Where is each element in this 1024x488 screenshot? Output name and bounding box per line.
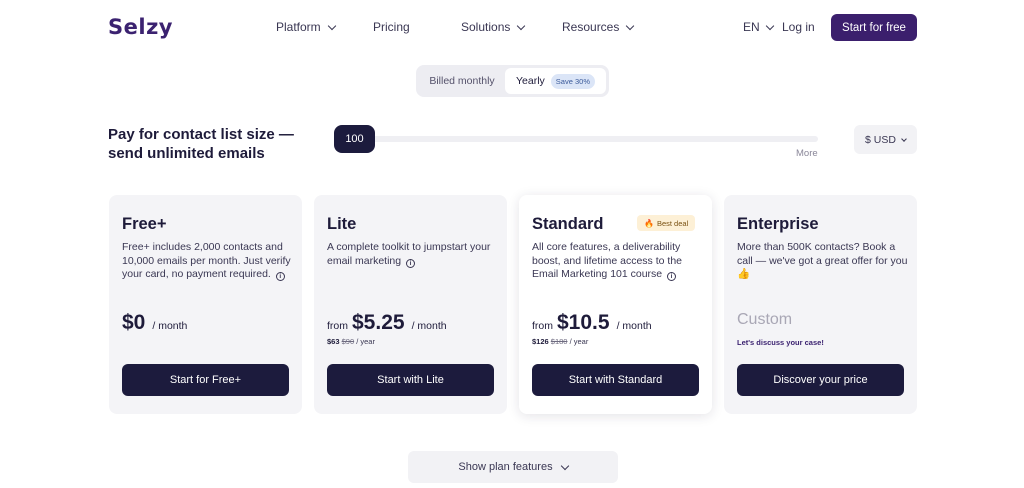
show-plan-features-button[interactable]: Show plan features <box>408 451 618 483</box>
nav-resources-label: Resources <box>562 20 620 34</box>
plan-card-free: Free+ Free+ includes 2,000 contacts and … <box>109 195 302 414</box>
thumbs-up-icon: 👍 <box>737 268 751 280</box>
currency-label: $ USD <box>865 133 896 146</box>
info-icon[interactable]: i <box>406 258 416 268</box>
discuss-case-text: Let's discuss your case! <box>737 338 824 347</box>
chevron-down-icon <box>626 21 635 30</box>
contacts-heading-line1: Pay for contact list size — <box>108 126 294 143</box>
info-icon[interactable]: i <box>667 272 677 281</box>
start-free-plus-button[interactable]: Start for Free+ <box>122 364 289 396</box>
plan-description-text: Free+ includes 2,000 contacts and 10,000… <box>122 241 291 280</box>
chevron-down-icon <box>901 135 907 142</box>
plan-name: Free+ <box>122 215 167 233</box>
plan-description: A complete toolkit to jumpstart your ema… <box>327 241 499 268</box>
plan-price: from $10.5 / month <box>532 311 652 335</box>
nav-resources[interactable]: Resources <box>562 20 635 34</box>
price-from: from <box>327 320 348 332</box>
save-badge: Save 30% <box>550 73 595 89</box>
yearly-old-price: $180 <box>550 337 568 346</box>
price-from: from <box>532 320 553 332</box>
site-header: Selzy Platform Pricing Solutions Resourc… <box>0 0 1024 56</box>
plan-description: Free+ includes 2,000 contacts and 10,000… <box>122 241 294 282</box>
yearly-label: Yearly <box>515 75 545 87</box>
start-for-free-button[interactable]: Start for free <box>831 14 917 41</box>
start-standard-button[interactable]: Start with Standard <box>532 364 699 396</box>
show-plan-features-label: Show plan features <box>458 461 553 473</box>
yearly-price: $63 $90 / year <box>327 337 375 346</box>
plan-description: All core features, a deliverability boos… <box>532 241 704 282</box>
billed-monthly-label: Billed monthly <box>429 75 495 87</box>
price-amount: $10.5 <box>557 311 610 334</box>
contacts-heading-line2: send unlimited emails <box>108 145 265 162</box>
price-period: / month <box>152 320 188 332</box>
nav-pricing[interactable]: Pricing <box>373 20 410 34</box>
plan-price: $0 / month <box>122 311 187 335</box>
price-amount: $5.25 <box>352 311 405 334</box>
billing-toggle: Billed monthly Yearly Save 30% <box>416 65 609 97</box>
selzy-logo[interactable]: Selzy <box>108 15 173 39</box>
best-deal-label: Best deal <box>656 218 689 228</box>
price-period: / month <box>411 320 447 332</box>
best-deal-badge: 🔥 Best deal <box>637 215 696 231</box>
currency-selector[interactable]: $ USD <box>854 125 917 154</box>
start-lite-button[interactable]: Start with Lite <box>327 364 494 396</box>
chevron-down-icon <box>327 21 336 30</box>
contacts-heading: Pay for contact list size — send unlimit… <box>108 125 328 163</box>
nav-platform-label: Platform <box>276 20 321 34</box>
yearly-price: $126 $180 / year <box>532 337 588 346</box>
yearly-price-amount: $126 <box>532 337 549 346</box>
plan-description-text: All core features, a deliverability boos… <box>532 241 682 280</box>
yearly-unit: / year <box>356 337 375 346</box>
fire-icon: 🔥 <box>644 218 654 228</box>
nav-pricing-label: Pricing <box>373 20 410 34</box>
price-amount: $0 <box>122 311 146 334</box>
plan-name: Standard <box>532 215 604 233</box>
chevron-down-icon <box>517 21 526 30</box>
contacts-slider-handle[interactable]: 100 <box>334 125 375 153</box>
yearly-old-price: $90 <box>341 337 355 346</box>
contacts-slider-track[interactable] <box>358 136 818 142</box>
yearly-option[interactable]: Yearly Save 30% <box>505 68 606 94</box>
plan-price: from $5.25 / month <box>327 311 447 335</box>
nav-platform[interactable]: Platform <box>276 20 336 34</box>
nav-solutions-label: Solutions <box>461 20 511 34</box>
plan-name: Enterprise <box>737 215 819 233</box>
yearly-unit: / year <box>569 337 589 346</box>
info-icon[interactable]: i <box>275 272 285 281</box>
price-period: / month <box>616 320 652 332</box>
plan-card-lite: Lite A complete toolkit to jumpstart you… <box>314 195 507 414</box>
plan-card-enterprise: Enterprise More than 500K contacts? Book… <box>724 195 917 414</box>
language-label: EN <box>743 20 760 34</box>
nav-solutions[interactable]: Solutions <box>461 20 526 34</box>
chevron-down-icon <box>560 461 569 470</box>
billed-monthly-option[interactable]: Billed monthly <box>419 68 505 94</box>
discover-price-button[interactable]: Discover your price <box>737 364 904 396</box>
plan-description-text: More than 500K contacts? Book a call — w… <box>737 241 908 267</box>
plan-name: Lite <box>327 215 357 233</box>
custom-price: Custom <box>737 311 793 328</box>
plan-description: More than 500K contacts? Book a call — w… <box>737 241 909 282</box>
plan-card-standard: Standard 🔥 Best deal All core features, … <box>519 195 712 414</box>
slider-more-label: More <box>796 148 818 159</box>
login-link[interactable]: Log in <box>782 20 815 34</box>
language-selector[interactable]: EN <box>743 20 774 34</box>
yearly-price-amount: $63 <box>327 337 340 346</box>
chevron-down-icon <box>765 21 774 30</box>
